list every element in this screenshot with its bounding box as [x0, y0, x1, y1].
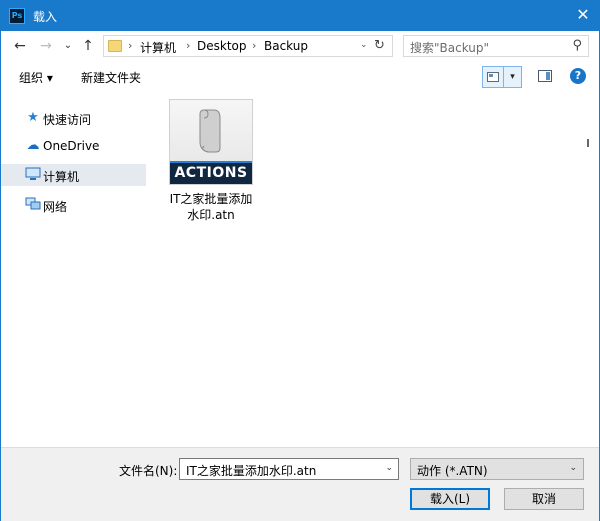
- recent-locations-button[interactable]: ⌄: [59, 36, 77, 56]
- scroll-marker: [587, 139, 589, 147]
- sidebar-item-label: 快速访问: [43, 113, 92, 127]
- close-icon: ✕: [576, 5, 590, 24]
- navigation-bar: ← → ⌄ ↑ › 计算机 › Desktop › Backup ⌄ ↻ 搜索"…: [1, 31, 599, 61]
- sidebar-item-label: 计算机: [43, 170, 80, 184]
- chevron-down-icon[interactable]: ⌄: [385, 463, 393, 473]
- help-icon: ?: [574, 69, 582, 82]
- breadcrumb-desktop[interactable]: Desktop: [197, 39, 247, 53]
- sidebar-item-quick-access[interactable]: ★ 快速访问: [1, 107, 146, 129]
- thumbnail-label: ACTIONS: [170, 161, 252, 184]
- breadcrumb-separator-icon: ›: [128, 39, 133, 52]
- close-button[interactable]: ✕: [567, 1, 599, 31]
- refresh-icon[interactable]: ↻: [374, 38, 385, 53]
- network-icon: [25, 197, 41, 213]
- photoshop-app-icon: Ps: [9, 8, 25, 24]
- load-button[interactable]: 载入(L): [410, 488, 490, 510]
- filename-value[interactable]: IT之家批量添加水印.atn: [186, 462, 316, 479]
- search-box[interactable]: 搜索"Backup" ⚲: [403, 35, 589, 57]
- actions-file-thumbnail: ACTIONS: [169, 99, 253, 185]
- breadcrumb-separator-icon: ›: [186, 39, 191, 52]
- file-type-select[interactable]: 动作 (*.ATN) ⌄: [410, 458, 584, 480]
- organize-menu[interactable]: 组织 ▾: [19, 69, 53, 86]
- computer-icon: [25, 167, 41, 183]
- dialog-footer: 文件名(N): IT之家批量添加水印.atn ⌄ 动作 (*.ATN) ⌄ 载入…: [1, 447, 599, 521]
- file-list: ACTIONS IT之家批量添加水印.atn: [151, 93, 599, 443]
- help-button[interactable]: ?: [570, 68, 586, 84]
- chevron-down-icon: ▾: [510, 72, 515, 82]
- forward-button[interactable]: →: [37, 36, 55, 56]
- breadcrumb-separator-icon: ›: [252, 39, 257, 52]
- star-icon: ★: [27, 110, 39, 125]
- load-dialog: Ps 载入 ✕ ← → ⌄ ↑ › 计算机 › Desktop › Backup…: [0, 0, 600, 521]
- chevron-down-icon: ⌄: [569, 463, 577, 473]
- forward-arrow-icon: →: [40, 38, 52, 54]
- title-bar: Ps 载入 ✕: [1, 1, 599, 31]
- chevron-down-icon: ⌄: [63, 40, 73, 51]
- folder-icon: [108, 40, 122, 52]
- view-options-dropdown[interactable]: ▾: [504, 66, 522, 88]
- command-bar: 组织 ▾ 新建文件夹 ▾ ?: [1, 63, 599, 91]
- file-name: IT之家批量添加水印.atn: [169, 192, 253, 222]
- breadcrumb-computer[interactable]: 计算机: [140, 39, 176, 56]
- cancel-button[interactable]: 取消: [504, 488, 584, 510]
- new-folder-button[interactable]: 新建文件夹: [81, 69, 141, 86]
- cloud-icon: ☁: [26, 138, 40, 153]
- address-dropdown-icon[interactable]: ⌄: [360, 40, 368, 50]
- breadcrumb-backup[interactable]: Backup: [264, 39, 308, 53]
- sidebar-item-label: OneDrive: [43, 139, 100, 153]
- back-button[interactable]: ←: [11, 36, 29, 56]
- address-bar[interactable]: › 计算机 › Desktop › Backup ⌄ ↻: [103, 35, 393, 57]
- file-type-value: 动作 (*.ATN): [417, 464, 488, 478]
- file-item[interactable]: ACTIONS IT之家批量添加水印.atn: [168, 99, 256, 229]
- filename-label: 文件名(N):: [119, 464, 178, 478]
- search-icon[interactable]: ⚲: [572, 38, 582, 53]
- filename-field[interactable]: IT之家批量添加水印.atn ⌄: [179, 458, 399, 480]
- change-view-button[interactable]: [482, 66, 504, 88]
- up-button[interactable]: ↑: [79, 36, 97, 56]
- window-title: 载入: [33, 10, 58, 24]
- preview-pane-button[interactable]: [538, 70, 552, 82]
- sidebar-item-label: 网络: [43, 200, 68, 214]
- up-arrow-icon: ↑: [82, 38, 94, 54]
- navigation-pane: ★ 快速访问 ☁ OneDrive 计算机 网络: [1, 93, 151, 443]
- sidebar-item-network[interactable]: 网络: [1, 194, 146, 216]
- search-input[interactable]: 搜索"Backup": [410, 39, 489, 56]
- sidebar-item-computer[interactable]: 计算机: [1, 164, 146, 186]
- back-arrow-icon: ←: [14, 38, 26, 54]
- view-icon: [487, 72, 499, 82]
- sidebar-item-onedrive[interactable]: ☁ OneDrive: [1, 135, 146, 157]
- scroll-icon: [199, 109, 221, 153]
